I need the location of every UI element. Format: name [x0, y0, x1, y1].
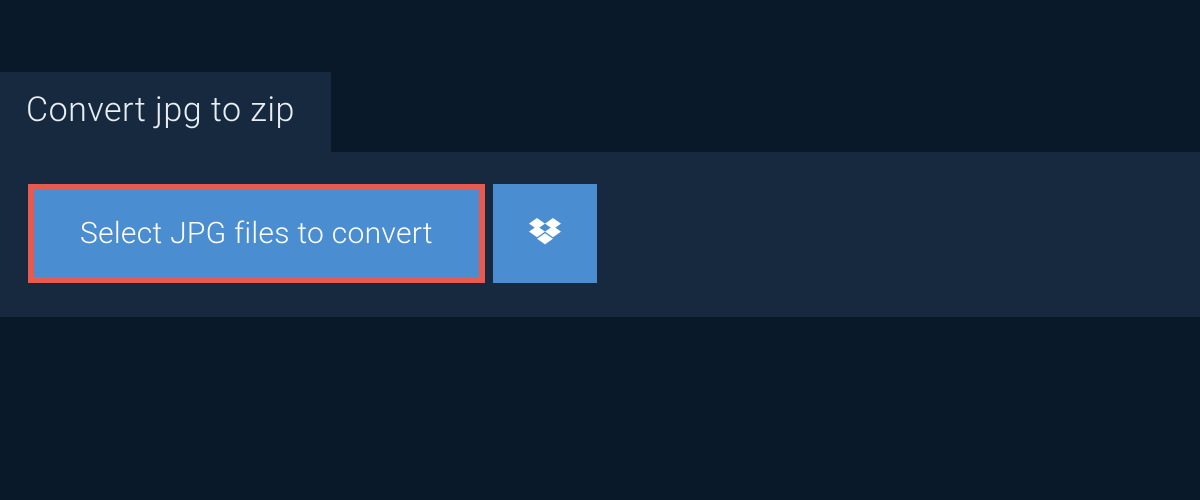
tab-bar: Convert jpg to zip [0, 0, 1200, 152]
dropbox-button[interactable] [493, 184, 597, 283]
dropbox-icon [525, 214, 565, 254]
file-select-row: Select JPG files to convert [28, 184, 1172, 283]
select-files-label: Select JPG files to convert [80, 216, 433, 251]
select-files-button[interactable]: Select JPG files to convert [28, 184, 485, 283]
converter-panel: Select JPG files to convert [0, 152, 1200, 317]
tab-label: Convert jpg to zip [26, 90, 295, 130]
tab-convert-jpg-to-zip[interactable]: Convert jpg to zip [0, 72, 331, 152]
